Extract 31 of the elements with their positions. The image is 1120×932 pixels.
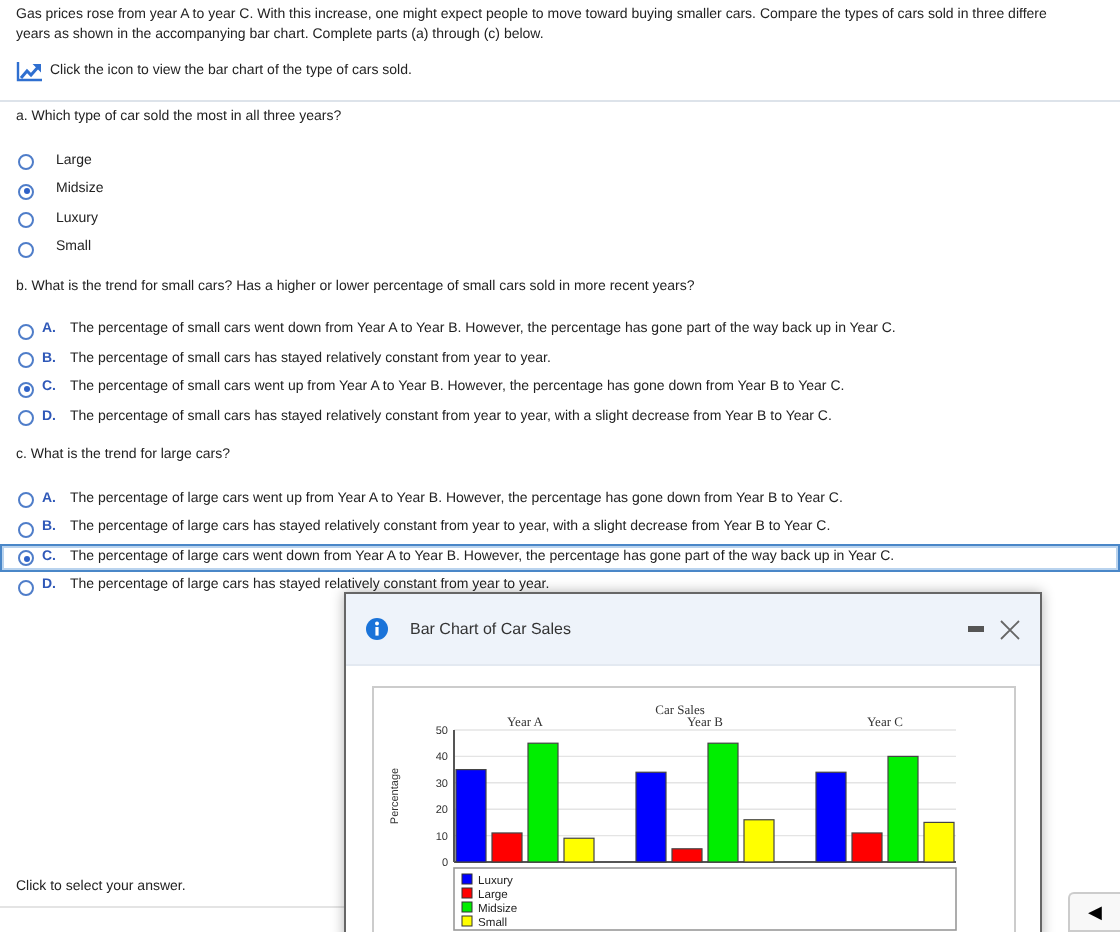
radio-button[interactable] xyxy=(18,521,34,538)
back-button[interactable]: ◀ xyxy=(1068,892,1120,932)
radio-button[interactable] xyxy=(18,323,34,340)
y-axis xyxy=(453,729,455,863)
bar xyxy=(743,819,775,863)
bar xyxy=(491,832,523,863)
bar xyxy=(455,769,487,863)
radio-button[interactable] xyxy=(18,183,34,200)
radio-button[interactable] xyxy=(18,579,34,596)
radio-button[interactable] xyxy=(18,492,34,509)
radio-button[interactable] xyxy=(18,352,34,369)
dialog-title: Bar Chart of Car Sales xyxy=(410,617,571,641)
radio-button[interactable] xyxy=(18,410,34,427)
chart-icon[interactable] xyxy=(16,62,42,82)
bar xyxy=(851,832,883,863)
close-button[interactable] xyxy=(1000,619,1020,639)
bar xyxy=(671,848,703,863)
bar xyxy=(815,771,847,863)
radio-button[interactable] xyxy=(18,154,34,171)
bar xyxy=(923,821,955,863)
bar xyxy=(887,755,919,863)
radio-button[interactable] xyxy=(18,212,34,229)
bar xyxy=(563,837,595,863)
radio-button[interactable] xyxy=(18,241,34,258)
minimize-button[interactable] xyxy=(968,625,984,633)
radio-button[interactable] xyxy=(18,550,34,567)
radio-button[interactable] xyxy=(18,381,34,398)
info-icon xyxy=(366,617,388,640)
bar xyxy=(527,742,559,863)
bar xyxy=(635,771,667,863)
bar xyxy=(707,742,739,863)
